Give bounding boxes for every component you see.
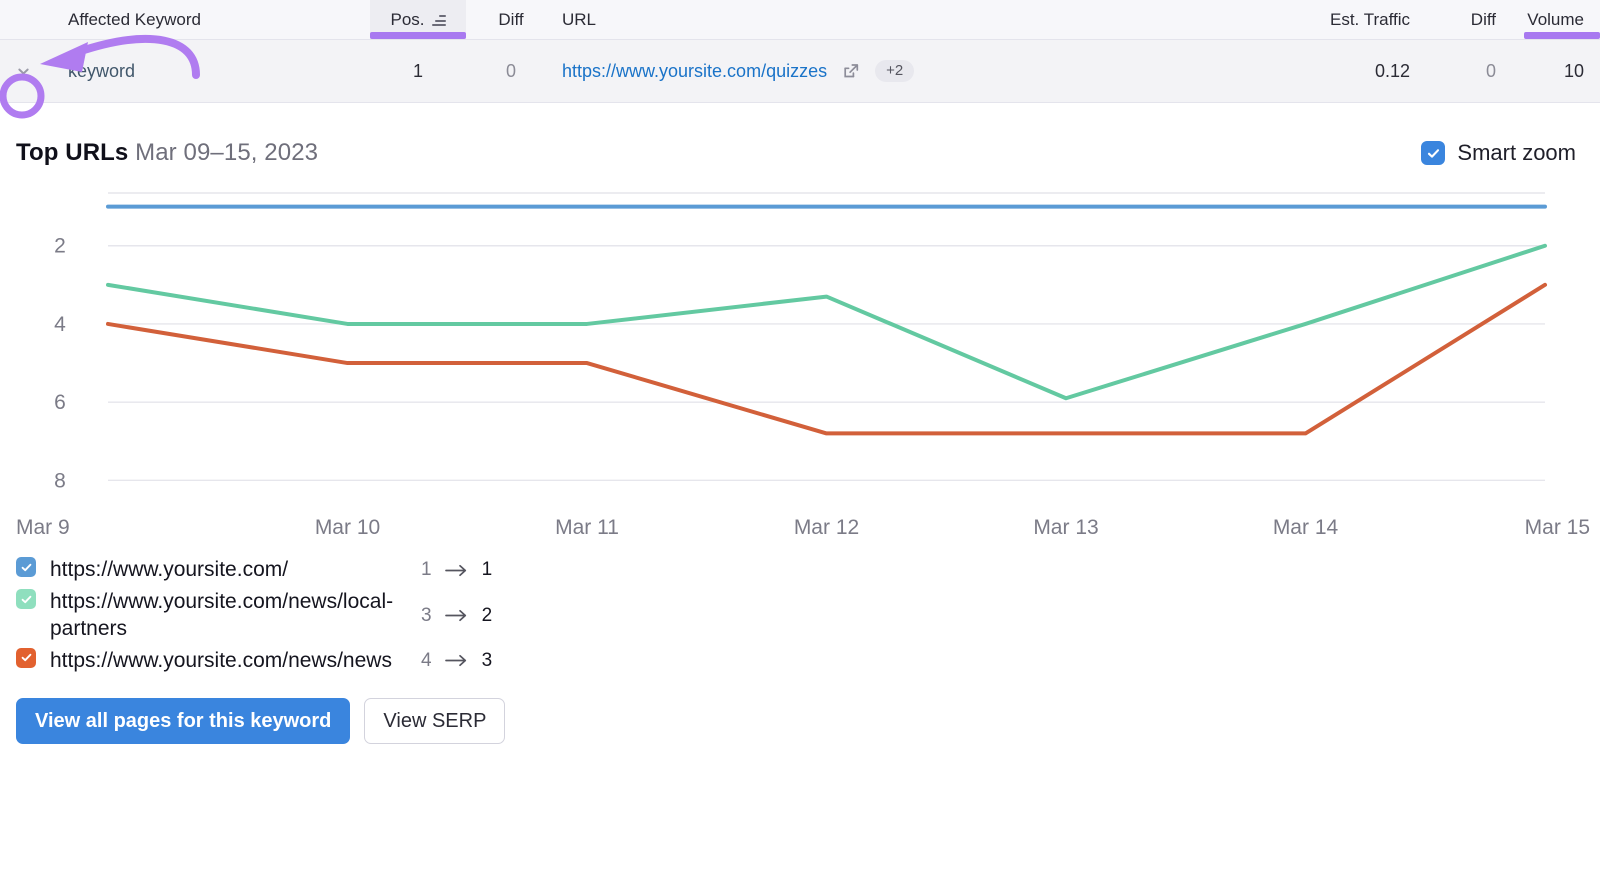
legend-position-trend: 4 3 (421, 650, 492, 672)
cell-volume: 10 (1496, 61, 1600, 82)
column-header-est-traffic[interactable]: Est. Traffic (1260, 0, 1410, 39)
check-icon (1427, 148, 1439, 158)
expand-row-button[interactable] (12, 60, 34, 82)
y-axis-tick-label: 8 (54, 469, 66, 492)
column-header-diff[interactable]: Diff (466, 0, 556, 39)
legend-item[interactable]: https://www.yoursite.com/ 1 1 (16, 557, 1600, 583)
legend-url-label: https://www.yoursite.com/news/news (50, 648, 392, 672)
legend-position-from: 3 (421, 604, 432, 626)
column-header-est-traffic-label: Est. Traffic (1330, 9, 1410, 29)
smart-zoom-label: Smart zoom (1457, 140, 1576, 165)
x-axis-tick-label: Mar 15 (1525, 516, 1590, 539)
view-all-pages-button[interactable]: View all pages for this keyword (16, 698, 351, 744)
column-header-affected-keyword[interactable]: Affected Keyword (0, 0, 370, 39)
legend-url-label: https://www.yoursite.com/ (50, 558, 289, 581)
view-serp-button[interactable]: View SERP (364, 698, 506, 744)
check-icon (21, 654, 31, 662)
table-row[interactable]: keyword 1 0 https://www.yoursite.com/qui… (0, 40, 1600, 103)
arrow-right-icon (444, 609, 469, 622)
column-header-pos-label: Pos. (390, 9, 425, 29)
smart-zoom-toggle[interactable]: Smart zoom (1421, 140, 1576, 166)
legend-url-label: https://www.yoursite.com/news/local-part… (50, 590, 394, 640)
column-header-diff-2-label: Diff (1470, 9, 1496, 29)
est-traffic-value: 0.12 (1374, 60, 1410, 81)
column-header-url-label: URL (562, 9, 597, 29)
chevron-down-icon (17, 68, 29, 74)
x-axis-tick-label: Mar 13 (1033, 516, 1098, 539)
cell-diff-2: 0 (1410, 61, 1496, 82)
line-chart-svg: 2 4 6 8 Mar 9 Mar 10 Mar 11 Mar 12 Mar 13 Mar 14 M… (16, 192, 1590, 539)
url-link[interactable]: https://www.yoursite.com/quizzes (562, 61, 827, 82)
cell-url: https://www.yoursite.com/quizzes +2 (556, 60, 1260, 82)
results-table-header: Affected Keyword Pos. Diff URL Est. Traf… (0, 0, 1600, 40)
column-header-volume[interactable]: Volume (1496, 0, 1600, 39)
legend-position-to: 2 (481, 604, 493, 626)
column-header-volume-label: Volume (1527, 9, 1584, 29)
column-header-diff-label: Diff (498, 9, 524, 29)
volume-value: 10 (1563, 60, 1584, 81)
panel-header: Top URLs Mar 09–15, 2023 Smart zoom (0, 103, 1600, 167)
check-icon (21, 563, 31, 571)
cell-diff: 0 (466, 61, 556, 82)
arrow-right-icon (444, 654, 469, 667)
column-header-affected-keyword-label: Affected Keyword (68, 9, 201, 29)
x-axis-tick-label: Mar 12 (794, 516, 859, 539)
x-axis-tick-label: Mar 14 (1273, 516, 1339, 539)
diff-value: 0 (505, 60, 516, 81)
x-axis-tick-label: Mar 10 (315, 516, 380, 539)
action-buttons: View all pages for this keyword View SER… (0, 680, 1600, 744)
panel-title-text: Top URLs (16, 139, 129, 166)
legend-position-trend: 1 1 (421, 559, 492, 581)
chart-series-line (106, 282, 1547, 436)
arrow-right-icon (444, 564, 469, 577)
smart-zoom-checkbox[interactable] (1421, 141, 1446, 165)
y-axis-tick-label: 6 (54, 391, 66, 414)
y-axis-tick-label: 4 (54, 313, 66, 336)
column-header-pos[interactable]: Pos. (370, 0, 466, 39)
additional-urls-badge[interactable]: +2 (875, 60, 915, 82)
legend-checkbox[interactable] (16, 557, 36, 577)
external-link-icon[interactable] (841, 61, 861, 81)
check-icon (21, 595, 31, 603)
keyword-text: keyword (68, 60, 136, 81)
legend-position-from: 1 (421, 559, 432, 581)
legend-position-to: 3 (481, 649, 493, 671)
column-header-url[interactable]: URL (556, 0, 676, 39)
panel-title: Top URLs Mar 09–15, 2023 (16, 139, 318, 167)
panel-date-range: Mar 09–15, 2023 (135, 139, 319, 166)
expand-row-cell (0, 60, 46, 82)
legend-position-to: 1 (481, 559, 493, 581)
x-axis-tick-label: Mar 9 (16, 516, 70, 539)
chart-series-line (106, 243, 1547, 401)
chart-legend: https://www.yoursite.com/ 1 1 https://ww… (16, 557, 1600, 674)
header-spacer (676, 0, 1260, 39)
legend-checkbox[interactable] (16, 647, 36, 668)
cell-est-traffic: 0.12 (1260, 61, 1410, 82)
sort-descending-icon (431, 15, 446, 26)
diff-2-value: 0 (1485, 60, 1496, 81)
cell-pos: 1 (370, 61, 466, 82)
legend-item[interactable]: https://www.yoursite.com/news/local-part… (16, 589, 1600, 642)
legend-checkbox[interactable] (16, 589, 36, 610)
legend-item[interactable]: https://www.yoursite.com/news/news 4 3 (16, 647, 1600, 674)
legend-position-from: 4 (421, 649, 432, 671)
top-urls-chart: 2 4 6 8 Mar 9 Mar 10 Mar 11 Mar 12 Mar 13 Mar 14 M… (0, 181, 1600, 551)
top-urls-panel: Top URLs Mar 09–15, 2023 Smart zoom 2 4 6 8… (0, 103, 1600, 744)
column-header-diff-2[interactable]: Diff (1410, 0, 1496, 39)
legend-position-trend: 3 2 (421, 605, 492, 627)
cell-affected-keyword[interactable]: keyword (46, 61, 370, 82)
x-axis-tick-label: Mar 11 (555, 516, 619, 539)
pos-value: 1 (412, 60, 423, 81)
y-axis-tick-label: 2 (54, 235, 66, 258)
